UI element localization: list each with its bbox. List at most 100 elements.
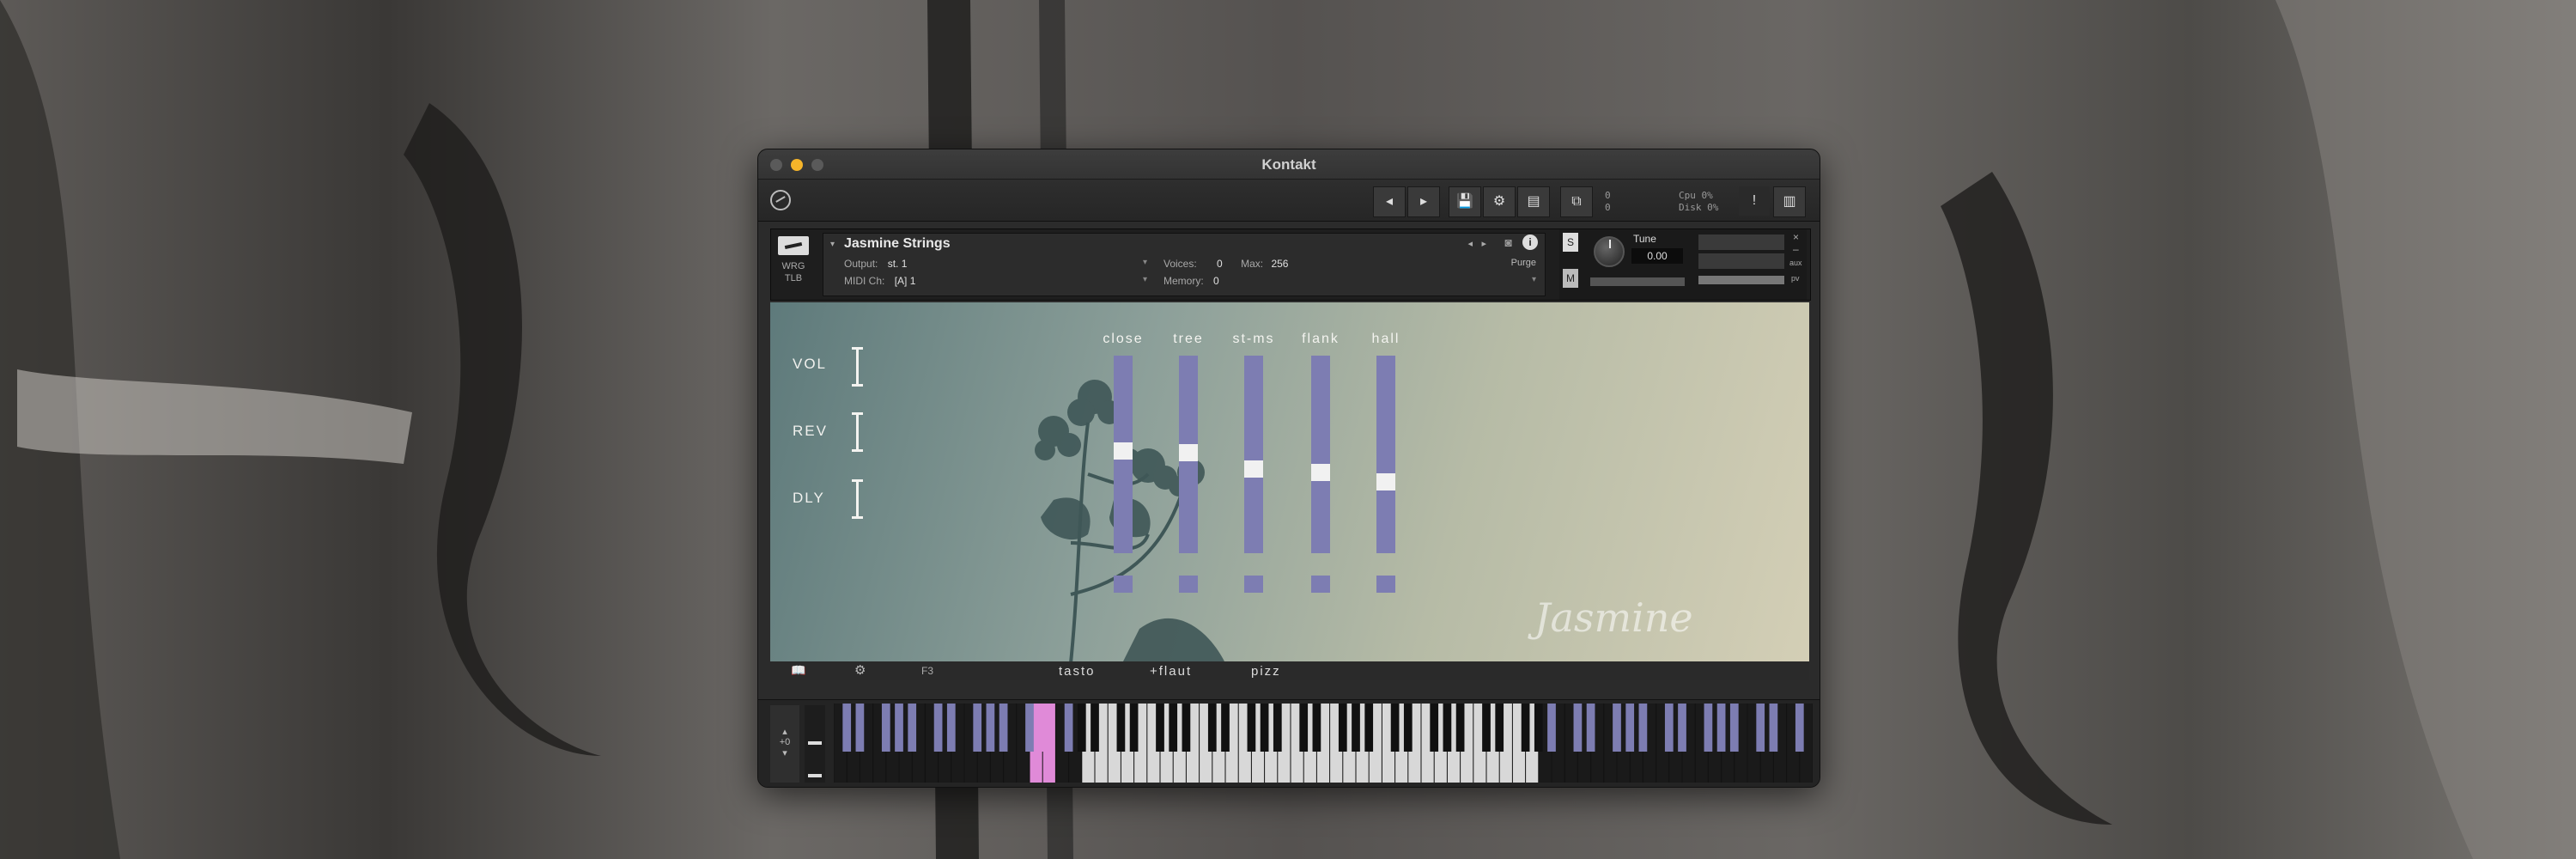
black-key[interactable] bbox=[1207, 704, 1217, 752]
black-key[interactable] bbox=[1495, 704, 1504, 752]
black-key[interactable] bbox=[1091, 704, 1099, 752]
black-key[interactable] bbox=[1521, 704, 1530, 752]
mic-toggle-flank[interactable] bbox=[1311, 576, 1330, 593]
black-key[interactable] bbox=[1156, 704, 1164, 752]
vol-slider[interactable] bbox=[852, 347, 863, 387]
mic-toggle-tree[interactable] bbox=[1179, 576, 1198, 593]
black-key[interactable] bbox=[1077, 704, 1086, 752]
warning-button[interactable]: ! bbox=[1739, 186, 1770, 216]
prev-instrument-button[interactable]: ◂ bbox=[1373, 186, 1406, 217]
black-key[interactable] bbox=[1247, 704, 1256, 752]
gear-icon[interactable]: ⚙ bbox=[854, 662, 866, 678]
midi-dropdown-icon[interactable]: ▾ bbox=[1143, 275, 1147, 284]
black-key[interactable] bbox=[1182, 704, 1191, 752]
mic-fader-handle[interactable] bbox=[1244, 460, 1263, 478]
book-icon[interactable]: 📖 bbox=[791, 663, 805, 678]
mic-fader-hall[interactable] bbox=[1376, 356, 1395, 553]
black-key[interactable] bbox=[1221, 704, 1230, 752]
tune-value[interactable]: 0.00 bbox=[1631, 248, 1683, 264]
octave-up-icon[interactable]: ▴ bbox=[770, 726, 799, 737]
black-key[interactable] bbox=[1638, 704, 1648, 752]
black-key[interactable] bbox=[908, 704, 917, 752]
collapse-icon[interactable]: ▾ bbox=[830, 240, 835, 249]
minimize-instrument-icon[interactable]: – bbox=[1793, 243, 1799, 255]
black-key[interactable] bbox=[1756, 704, 1765, 752]
black-key[interactable] bbox=[1116, 704, 1126, 752]
black-key[interactable] bbox=[1430, 704, 1439, 752]
mic-fader-handle[interactable] bbox=[1311, 464, 1330, 481]
next-instrument-button[interactable]: ▸ bbox=[1407, 186, 1440, 217]
volume-slider[interactable] bbox=[1698, 276, 1784, 284]
black-key[interactable] bbox=[1678, 704, 1686, 752]
camera-icon[interactable]: ◙ bbox=[1505, 235, 1512, 249]
wrench-icon[interactable] bbox=[778, 236, 809, 255]
black-key[interactable] bbox=[1390, 704, 1400, 752]
black-key[interactable] bbox=[946, 704, 956, 752]
articulation-tasto[interactable]: tasto bbox=[1059, 664, 1096, 679]
prev-arrow-icon[interactable]: ◂ bbox=[1467, 238, 1473, 249]
black-key[interactable] bbox=[999, 704, 1008, 752]
black-key[interactable] bbox=[1312, 704, 1321, 752]
mic-fader-st-ms[interactable] bbox=[1244, 356, 1263, 553]
black-key[interactable] bbox=[895, 704, 903, 752]
mic-fader-handle[interactable] bbox=[1376, 473, 1395, 490]
black-key[interactable] bbox=[1129, 704, 1139, 752]
black-key[interactable] bbox=[1664, 704, 1674, 752]
black-key[interactable] bbox=[855, 704, 865, 752]
articulation-pizz[interactable]: pizz bbox=[1251, 664, 1281, 679]
black-key[interactable] bbox=[1443, 704, 1452, 752]
black-key[interactable] bbox=[881, 704, 890, 752]
rev-slider[interactable] bbox=[852, 412, 863, 452]
mic-fader-close[interactable] bbox=[1114, 356, 1133, 553]
black-key[interactable] bbox=[1729, 704, 1739, 752]
black-key[interactable] bbox=[1455, 704, 1465, 752]
output-row[interactable]: Output: st. 1 bbox=[844, 258, 907, 270]
octave-shift-control[interactable]: ▴ +0 ▾ bbox=[770, 705, 799, 783]
piano-keyboard[interactable] bbox=[834, 704, 1813, 783]
browser-toggle-button[interactable]: ▥ bbox=[1773, 186, 1806, 217]
purge-button[interactable]: Purge bbox=[1511, 258, 1536, 268]
black-key[interactable] bbox=[1273, 704, 1282, 752]
black-key[interactable] bbox=[1064, 704, 1073, 752]
black-key[interactable] bbox=[1769, 704, 1778, 752]
black-key[interactable] bbox=[1352, 704, 1360, 752]
resize-button[interactable]: ⧉ bbox=[1560, 186, 1593, 217]
solo-button[interactable]: S bbox=[1563, 233, 1578, 252]
black-key[interactable] bbox=[973, 704, 982, 752]
aux-label[interactable]: aux bbox=[1789, 259, 1802, 267]
black-key[interactable] bbox=[1704, 704, 1713, 752]
view-button[interactable]: ▤ bbox=[1517, 186, 1550, 217]
black-key[interactable] bbox=[842, 704, 852, 752]
black-key[interactable] bbox=[1169, 704, 1178, 752]
tune-knob[interactable] bbox=[1594, 236, 1625, 267]
mic-toggle-st-ms[interactable] bbox=[1244, 576, 1263, 593]
black-key[interactable] bbox=[1795, 704, 1804, 752]
black-key[interactable] bbox=[1586, 704, 1595, 752]
mute-button[interactable]: M bbox=[1563, 269, 1578, 288]
black-key[interactable] bbox=[1482, 704, 1491, 752]
black-key[interactable] bbox=[1025, 704, 1034, 752]
pv-label[interactable]: pv bbox=[1791, 274, 1800, 283]
dly-slider[interactable] bbox=[852, 479, 863, 519]
midi-row[interactable]: MIDI Ch: [A] 1 bbox=[844, 275, 915, 287]
mic-fader-flank[interactable] bbox=[1311, 356, 1330, 553]
mic-fader-handle[interactable] bbox=[1179, 444, 1198, 461]
black-key[interactable] bbox=[986, 704, 995, 752]
settings-button[interactable]: ⚙ bbox=[1483, 186, 1516, 217]
kontakt-logo-icon[interactable] bbox=[770, 190, 791, 210]
black-key[interactable] bbox=[1403, 704, 1413, 752]
black-key[interactable] bbox=[1613, 704, 1621, 752]
black-key[interactable] bbox=[933, 704, 943, 752]
octave-down-icon[interactable]: ▾ bbox=[770, 747, 799, 758]
instrument-name[interactable]: Jasmine Strings bbox=[844, 236, 951, 252]
pan-slider[interactable] bbox=[1590, 277, 1685, 286]
black-key[interactable] bbox=[1338, 704, 1347, 752]
black-key[interactable] bbox=[1038, 704, 1048, 752]
black-key[interactable] bbox=[1260, 704, 1269, 752]
black-key[interactable] bbox=[1625, 704, 1635, 752]
info-icon[interactable]: i bbox=[1522, 235, 1538, 250]
black-key[interactable] bbox=[1364, 704, 1374, 752]
mic-toggle-close[interactable] bbox=[1114, 576, 1133, 593]
black-key[interactable] bbox=[1573, 704, 1583, 752]
next-arrow-icon[interactable]: ▸ bbox=[1481, 238, 1486, 249]
